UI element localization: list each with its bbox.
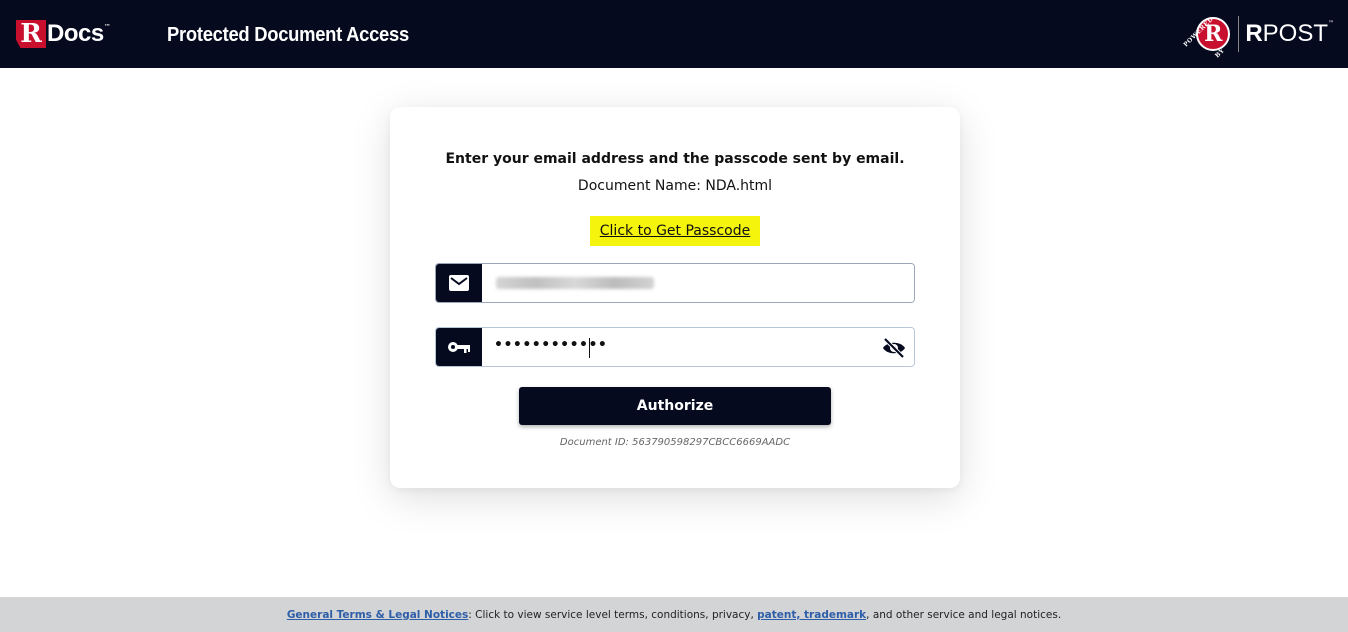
get-passcode-link[interactable]: Click to Get Passcode <box>590 216 760 246</box>
passcode-field: •••••••••••• <box>435 327 915 367</box>
footer-bar: General Terms & Legal Notices : Click to… <box>0 597 1348 632</box>
rpost-logo-mark: POWERED BY R <box>1183 16 1231 59</box>
instruction-text: Enter your email address and the passcod… <box>445 151 905 167</box>
footer-text-2: , and other service and legal notices. <box>866 608 1062 621</box>
redacted-email <box>496 277 654 289</box>
page-title: Protected Document Access <box>167 24 409 46</box>
rdocs-logo: R Docs ™ <box>16 19 111 49</box>
passcode-input[interactable]: •••••••••••• <box>482 328 914 366</box>
key-icon <box>436 328 482 366</box>
document-name: Document Name: NDA.html <box>577 178 773 194</box>
rdocs-logo-text: Docs <box>47 20 104 47</box>
envelope-icon <box>436 264 482 302</box>
top-header: R Docs ™ Protected Document Access POWER… <box>0 0 1348 68</box>
footer-text-1: : Click to view service level terms, con… <box>468 608 758 621</box>
rdocs-logo-mark: R <box>16 20 46 48</box>
powered-by-label: POWERED BY <box>1182 15 1227 60</box>
patent-trademark-link[interactable]: patent, trademark <box>757 609 866 621</box>
rpost-logo-text-bold: R <box>1245 20 1263 47</box>
terms-link[interactable]: General Terms & Legal Notices <box>287 609 468 621</box>
document-id: Document ID: 563790598297CBCC6669AADC <box>559 437 791 448</box>
email-field <box>435 263 915 303</box>
rpost-logo-text-rest: POST <box>1262 20 1328 47</box>
eye-off-icon[interactable] <box>882 336 906 360</box>
rpost-trademark-mark: ™ <box>1328 20 1334 27</box>
passcode-value: •••••••••••• <box>494 337 608 353</box>
access-card: Enter your email address and the passcod… <box>390 107 960 488</box>
trademark-mark: ™ <box>103 23 111 31</box>
text-caret <box>589 338 590 358</box>
rpost-logo: POWERED BY R RPOST ™ <box>1183 10 1334 60</box>
rpost-logo-text: RPOST <box>1245 20 1328 48</box>
authorize-button[interactable]: Authorize <box>519 387 831 425</box>
